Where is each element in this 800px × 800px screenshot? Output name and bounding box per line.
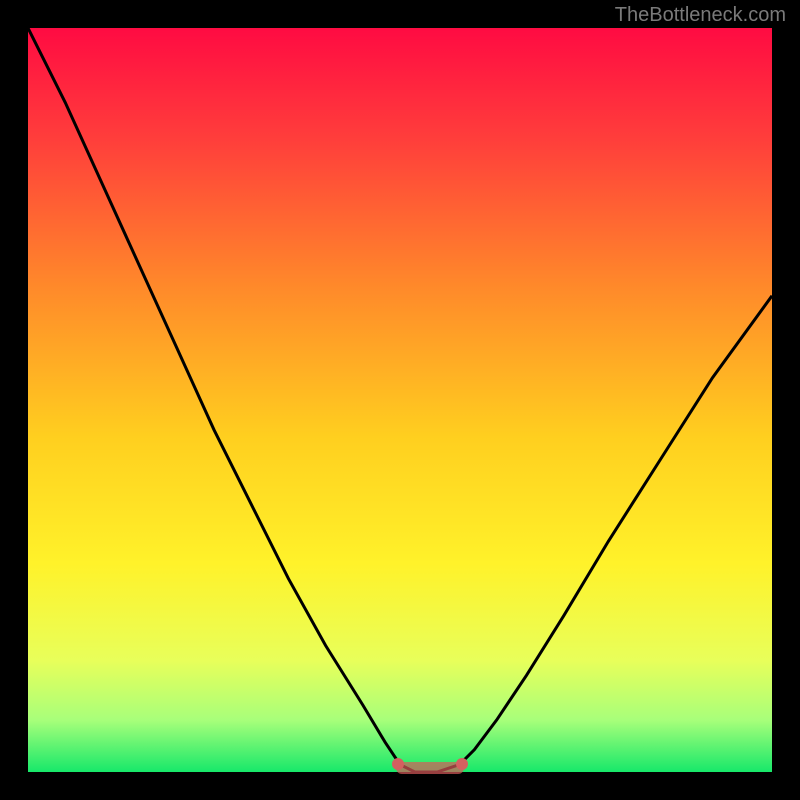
optimal-range-end-dot	[456, 758, 468, 770]
watermark-text: TheBottleneck.com	[615, 4, 786, 27]
plot-area	[28, 28, 772, 772]
bottleneck-curve	[28, 28, 772, 772]
optimal-range-start-dot	[392, 758, 404, 770]
optimal-range-marker	[396, 762, 464, 774]
